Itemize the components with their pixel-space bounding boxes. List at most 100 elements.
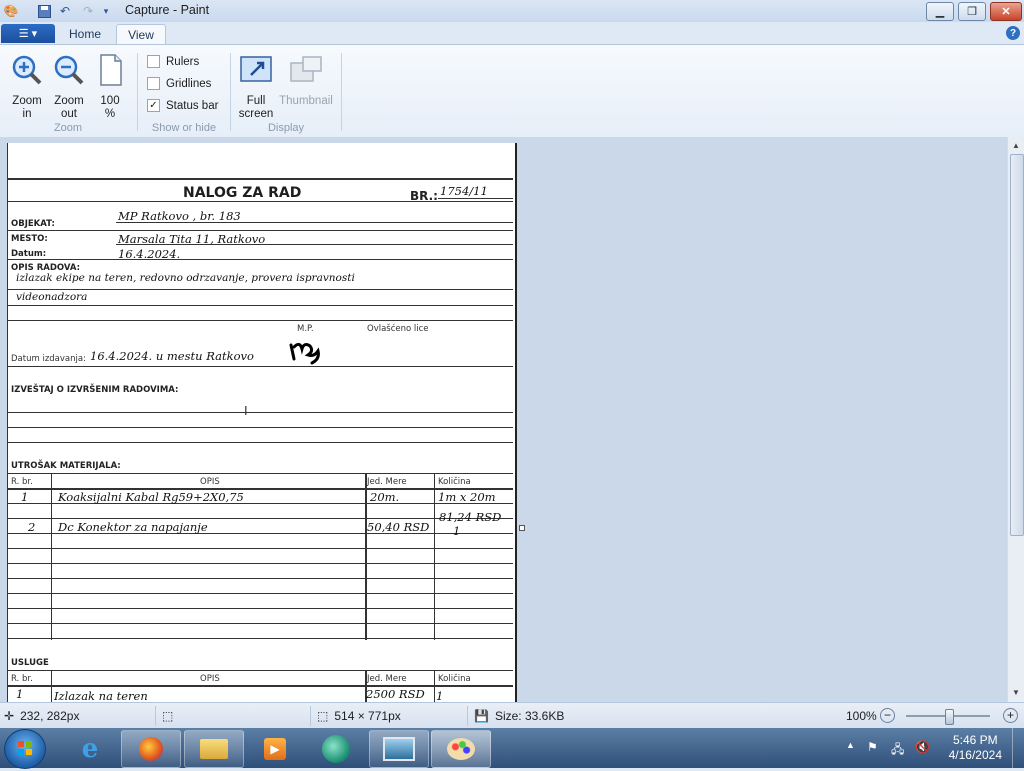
usluge-col-kol-header: Količina	[438, 674, 471, 684]
zoom-in-icon	[12, 55, 42, 85]
taskbar-firefox[interactable]	[121, 730, 181, 768]
rule	[8, 518, 513, 519]
rule	[8, 427, 513, 428]
statusbar-label: Status bar	[166, 99, 219, 112]
rule	[434, 473, 435, 640]
zoom-in-button[interactable]: Zoom in	[8, 53, 46, 121]
rulers-checkbox[interactable]: Rulers	[147, 55, 199, 68]
rule	[8, 289, 513, 290]
work-order-image[interactable]: NALOG ZA RAD BR.: 1754/11 OBJEKAT: MP Ra…	[7, 143, 517, 702]
clock-time: 5:46 PM	[952, 733, 998, 747]
opis-radova-line-1: izlazak ekipe na teren, redovno odrzavan…	[16, 272, 355, 284]
rule	[8, 201, 513, 202]
rule	[365, 473, 367, 640]
scrollbar-thumb[interactable]	[1010, 154, 1024, 536]
taskbar-paint[interactable]	[431, 730, 491, 768]
rule	[8, 638, 513, 639]
ribbon-panel: Zoom in Zoom out 100 % Zoom Rulers Gridl…	[0, 44, 1024, 138]
col-opis-header: OPIS	[200, 477, 220, 487]
zoom-100-button[interactable]: 100 %	[92, 53, 128, 121]
redo-icon[interactable]: ↷	[80, 3, 96, 19]
tab-home[interactable]: Home	[60, 24, 110, 44]
zoom-in-small-button[interactable]: +	[1003, 708, 1018, 723]
material-2-jed: 50,40 RSD	[367, 520, 430, 534]
gridlines-checkbox-box[interactable]	[147, 77, 160, 90]
status-separator	[467, 706, 468, 726]
file-size: 💾 Size: 33.6KB	[474, 709, 564, 723]
thumbnail-button[interactable]: Thumbnail	[278, 53, 334, 108]
material-1-jed: 20m.	[370, 490, 400, 504]
service-1-rbr: 1	[16, 687, 24, 701]
rule	[438, 198, 513, 199]
datum-izdavanja-value: 16.4.2024. u mestu Ratkovo	[90, 349, 254, 363]
crosshair-icon: ✛	[4, 709, 15, 723]
service-1-jed: 2500 RSD	[366, 687, 425, 701]
datum-label: Datum:	[11, 249, 47, 259]
col-kol-header: Količina	[438, 477, 471, 487]
zoom-out-label-1: Zoom	[54, 95, 84, 107]
rulers-checkbox-box[interactable]	[147, 55, 160, 68]
zoom-out-small-button[interactable]: −	[880, 708, 895, 723]
taskbar-app-green[interactable]	[306, 730, 366, 768]
firefox-icon	[139, 737, 163, 761]
usluge-col-jed-header: Jed. Mere	[367, 674, 407, 684]
restore-button[interactable]: ❐	[958, 2, 986, 21]
tab-view[interactable]: View	[116, 24, 166, 45]
zoom-slider-thumb[interactable]	[945, 709, 954, 725]
material-2-kol: 1	[453, 524, 461, 538]
statusbar-checkbox[interactable]: ✓ Status bar	[147, 99, 218, 112]
ribbon-separator	[341, 53, 342, 131]
image-size-icon: ⬚	[317, 709, 329, 723]
paint-palette-icon	[447, 738, 475, 760]
objekat-value: MP Ratkovo , br. 183	[118, 209, 241, 223]
file-size-text: Size: 33.6KB	[494, 709, 565, 723]
rule	[8, 548, 513, 549]
start-button[interactable]	[4, 729, 46, 769]
help-icon[interactable]: ?	[1006, 26, 1020, 40]
show-desktop-button[interactable]	[1012, 728, 1024, 768]
rule	[116, 244, 513, 245]
save-icon[interactable]	[36, 3, 52, 19]
service-1-kol: 1	[436, 689, 444, 702]
system-clock[interactable]: 5:46 PM 4/16/2024	[949, 733, 1002, 763]
selection-size-icon: ⬚	[162, 709, 174, 723]
rule	[116, 222, 513, 223]
customize-quick-access-icon[interactable]: ▾	[98, 3, 114, 19]
paint-menu-button[interactable]: ☰ ▾	[1, 24, 55, 43]
zoom-out-button[interactable]: Zoom out	[50, 53, 88, 121]
vertical-scrollbar[interactable]: ▲ ▼	[1007, 137, 1024, 702]
show-hidden-icons-icon[interactable]: ▲	[846, 740, 855, 750]
scroll-down-icon[interactable]: ▼	[1012, 688, 1020, 697]
utrosak-materijala-label: UTROŠAK MATERIJALA:	[11, 461, 121, 471]
taskbar-internet-explorer[interactable]: e	[60, 730, 120, 768]
full-screen-button[interactable]: Full screen	[236, 53, 276, 121]
network-icon[interactable]: 🖧	[891, 740, 904, 761]
close-button[interactable]: ✕	[990, 2, 1022, 21]
undo-icon[interactable]: ↶	[57, 3, 73, 19]
volume-muted-icon[interactable]: 🔇	[915, 740, 930, 754]
rule	[8, 305, 513, 306]
gridlines-checkbox[interactable]: Gridlines	[147, 77, 211, 90]
plus-icon[interactable]: +	[1003, 708, 1018, 723]
zoom-100-label-2: %	[104, 108, 116, 120]
zoom-100-label-1: 100	[100, 95, 120, 107]
group-label-zoom: Zoom	[53, 122, 83, 134]
statusbar-checkbox-box[interactable]: ✓	[147, 99, 160, 112]
minus-icon[interactable]: −	[880, 708, 895, 723]
taskbar-media-player[interactable]: ▶	[245, 730, 305, 768]
resize-handle[interactable]	[519, 525, 525, 531]
ribbon-separator	[137, 53, 138, 131]
minimize-button[interactable]: ▁	[926, 2, 954, 21]
scroll-up-icon[interactable]: ▲	[1012, 141, 1020, 150]
taskbar-file-explorer[interactable]	[184, 730, 244, 768]
taskbar-photo-viewer[interactable]	[369, 730, 429, 768]
usluge-col-rbr-header: R. br.	[11, 674, 33, 684]
canvas-area[interactable]: NALOG ZA RAD BR.: 1754/11 OBJEKAT: MP Ra…	[0, 137, 1007, 702]
rule	[434, 670, 435, 702]
cursor-position-text: 232, 282px	[20, 709, 80, 723]
paint-app-icon[interactable]: 🎨	[3, 3, 19, 19]
group-label-display: Display	[267, 122, 305, 134]
ribbon-tab-row: ☰ ▾ Home View ?	[0, 22, 1024, 45]
action-center-flag-icon[interactable]: ⚑	[867, 740, 878, 754]
material-1-opis: Koaksijalni Kabal Rg59+2X0,75	[58, 490, 244, 504]
